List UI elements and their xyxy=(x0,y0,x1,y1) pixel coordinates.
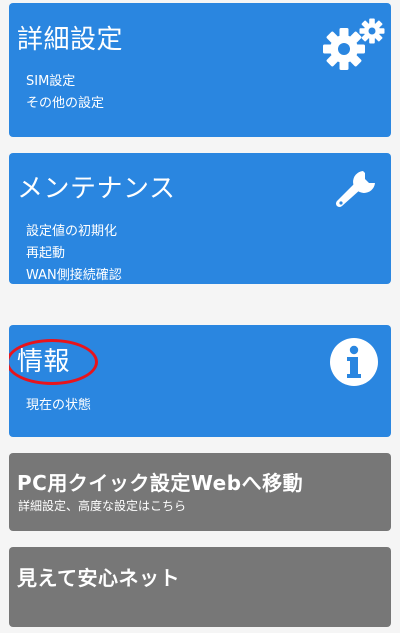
info-card[interactable]: 情報 現在の状態 xyxy=(9,325,391,437)
info-list: 現在の状態 xyxy=(26,395,91,417)
sim-settings-link[interactable]: SIM設定 xyxy=(26,71,104,93)
pc-quick-settings-web-title: PC用クイック設定Webへ移動 xyxy=(17,471,304,495)
info-icon xyxy=(330,338,378,386)
maintenance-card[interactable]: メンテナンス 設定値の初期化 再起動 WAN側接続確認 xyxy=(9,153,391,284)
menu-page: 詳細設定 SIM設定 その他の設定 メンテナンス 設定値の初期化 再起動 WAN… xyxy=(0,0,400,633)
maintenance-list: 設定値の初期化 再起動 WAN側接続確認 xyxy=(26,221,122,284)
wrench-icon xyxy=(335,171,375,208)
current-status-link[interactable]: 現在の状態 xyxy=(26,395,91,417)
factory-reset-link[interactable]: 設定値の初期化 xyxy=(26,221,122,243)
wan-connection-check-link[interactable]: WAN側接続確認 xyxy=(26,265,122,284)
other-settings-link[interactable]: その他の設定 xyxy=(26,93,104,115)
gears-icon xyxy=(323,18,385,70)
detail-settings-card[interactable]: 詳細設定 SIM設定 その他の設定 xyxy=(9,3,391,137)
detail-settings-list: SIM設定 その他の設定 xyxy=(26,71,104,115)
info-title[interactable]: 情報 xyxy=(17,349,70,375)
mieteanshin-net-button[interactable]: 見えて安心ネット xyxy=(9,547,391,627)
reboot-link[interactable]: 再起動 xyxy=(26,243,122,265)
mieteanshin-net-title: 見えて安心ネット xyxy=(17,566,180,590)
maintenance-title[interactable]: メンテナンス xyxy=(17,176,175,202)
pc-quick-settings-web-note: 詳細設定、高度な設定はこちら xyxy=(18,499,187,513)
pc-quick-settings-web-button[interactable]: PC用クイック設定Webへ移動 詳細設定、高度な設定はこちら xyxy=(9,453,391,531)
detail-settings-title[interactable]: 詳細設定 xyxy=(17,27,123,53)
